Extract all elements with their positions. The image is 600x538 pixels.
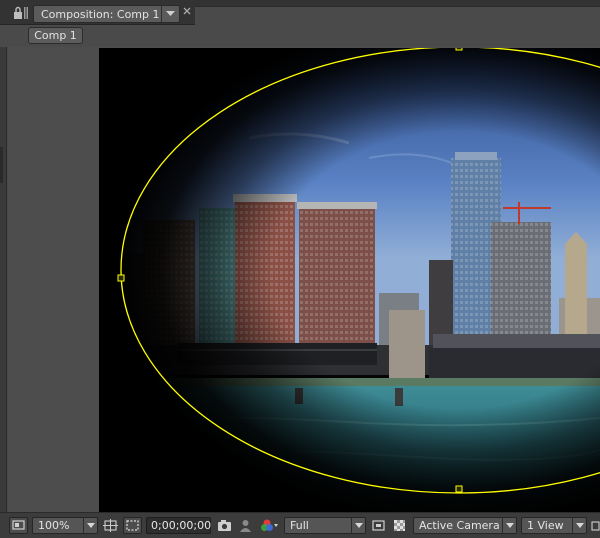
show-snapshot-button[interactable] — [237, 517, 254, 534]
view-layout-arrow[interactable] — [572, 518, 586, 533]
mask-vertex-handle[interactable] — [455, 485, 463, 493]
fast-previews-button[interactable] — [370, 517, 387, 534]
mask-vertex-handle[interactable] — [117, 274, 125, 282]
monitor-icon — [12, 520, 25, 530]
take-snapshot-button[interactable] — [215, 517, 234, 534]
chevron-down-icon — [506, 523, 514, 528]
region-of-interest-icon — [126, 520, 139, 531]
panel-left-edge — [0, 47, 7, 512]
transparency-grid-button[interactable] — [391, 517, 408, 534]
timecode-value: 0;00;00;00 — [151, 519, 212, 532]
close-icon[interactable] — [182, 6, 192, 16]
viewer-toolbar: 100% 0;00;00;00 Full Active Camera 1 Vie… — [0, 512, 600, 538]
rgb-channels-icon — [261, 519, 278, 531]
resolution-arrow[interactable] — [351, 518, 365, 533]
view-layout-value: 1 View — [527, 519, 564, 532]
tab-bar-fill — [195, 6, 600, 25]
grid-guides-button[interactable] — [101, 517, 120, 534]
chevron-down-icon — [355, 523, 363, 528]
resolution-value: Full — [290, 519, 309, 532]
composition-canvas[interactable] — [99, 48, 600, 512]
comp-frame-image — [99, 48, 600, 512]
chevron-down-icon — [87, 523, 95, 528]
camera-icon — [218, 520, 231, 531]
panel-options-button[interactable] — [590, 517, 600, 534]
checkerboard-icon — [394, 520, 405, 531]
resolution-dropdown[interactable]: Full — [284, 517, 366, 534]
divider-notch — [0, 147, 3, 165]
tab-composition[interactable]: Composition: Comp 1 — [33, 5, 180, 23]
grid-icon — [103, 519, 118, 532]
tab-menu-dropdown[interactable] — [161, 6, 179, 22]
magnification-arrow[interactable] — [83, 518, 97, 533]
camera-view-dropdown[interactable]: Active Camera — [413, 517, 517, 534]
menu-icon — [591, 521, 600, 531]
magnification-value: 100% — [38, 519, 70, 532]
breadcrumb-comp[interactable]: Comp 1 — [28, 27, 83, 44]
view-layout-dropdown[interactable]: 1 View — [521, 517, 587, 534]
region-of-interest-button[interactable] — [123, 517, 142, 534]
show-channel-button[interactable] — [258, 517, 280, 534]
magnification-dropdown[interactable]: 100% — [32, 517, 98, 534]
always-preview-button[interactable] — [9, 517, 28, 534]
chevron-down-icon — [576, 523, 584, 528]
panel-tab-bar: Composition: Comp 1 — [0, 0, 600, 25]
tab-composition-label: Composition: Comp 1 — [41, 8, 160, 21]
composition-navigator: Comp 1 — [0, 25, 600, 47]
mask-vertex-handle[interactable] — [455, 48, 463, 51]
divider-notch — [0, 165, 3, 183]
lock-icon[interactable] — [13, 6, 29, 20]
person-icon — [240, 520, 251, 532]
chevron-down-icon — [166, 11, 175, 16]
camera-view-arrow[interactable] — [502, 518, 516, 533]
current-time-display[interactable]: 0;00;00;00 — [146, 517, 211, 534]
fast-previews-icon — [372, 520, 385, 531]
camera-view-value: Active Camera — [419, 519, 500, 532]
